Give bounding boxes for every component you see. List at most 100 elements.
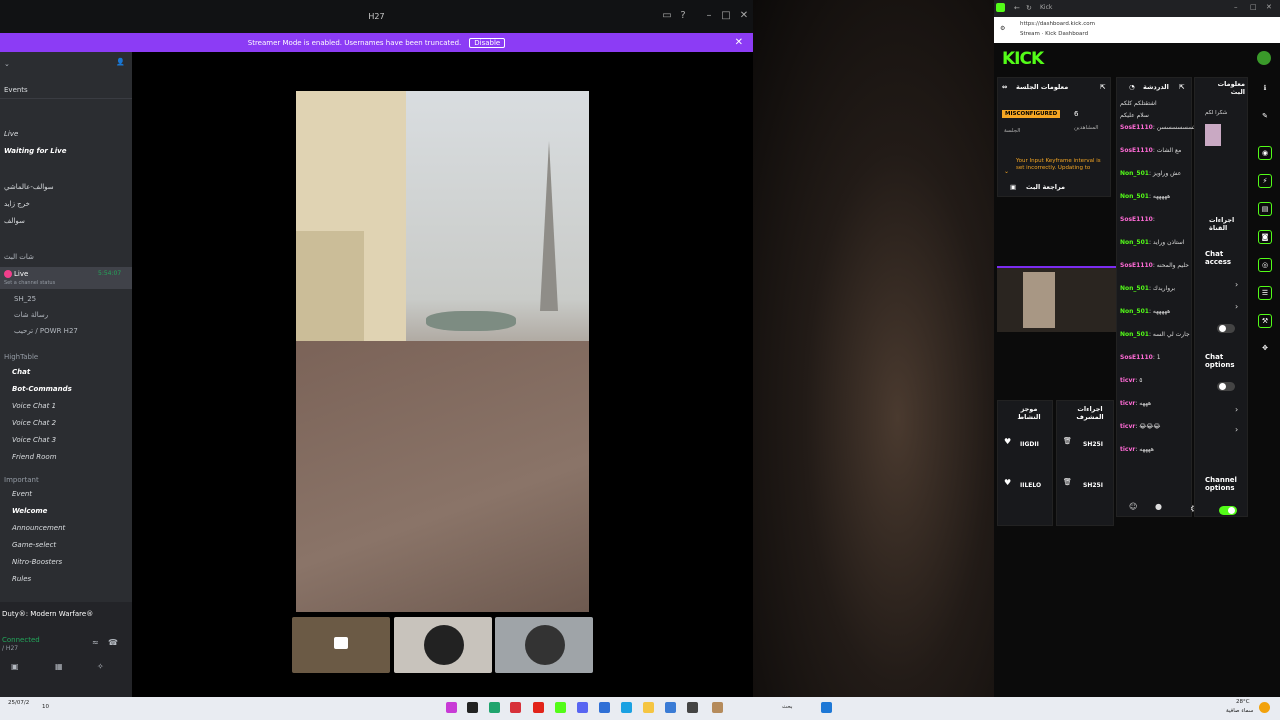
channel-event[interactable]: Event: [12, 490, 32, 498]
channel-bot-commands[interactable]: Bot-Commands: [12, 385, 72, 393]
activities-icon[interactable]: ▦: [55, 662, 63, 671]
chat-username[interactable]: SosE1110: [1120, 216, 1153, 223]
folder-icon[interactable]: [643, 702, 654, 713]
chat-username[interactable]: Non_501: [1120, 239, 1149, 246]
taskbar-search[interactable]: بحث: [782, 704, 792, 710]
channel-nitro-boosters[interactable]: Nitro-Boosters: [12, 558, 62, 566]
voice-user-1[interactable]: SH_25: [14, 295, 36, 303]
wrench-icon[interactable]: ⚒: [1258, 314, 1272, 328]
minimize-icon[interactable]: –: [702, 10, 716, 21]
invite-icon[interactable]: 👤: [116, 58, 125, 66]
noise-suppression-icon[interactable]: ≈: [92, 638, 99, 647]
close-icon[interactable]: ✕: [737, 10, 751, 21]
app-icon[interactable]: [489, 702, 500, 713]
channel-arabic-3[interactable]: سوالف: [4, 217, 25, 225]
chat-username[interactable]: ticvr: [1120, 446, 1135, 453]
channel-arabic-2[interactable]: خرج زايد: [4, 200, 30, 208]
app-icon[interactable]: [510, 702, 521, 713]
channel-voice-chat-1[interactable]: Voice Chat 1: [12, 402, 56, 410]
chat-username[interactable]: ticvr: [1120, 400, 1135, 407]
url-text[interactable]: https://dashboard.kick.com: [1020, 21, 1095, 27]
follower-name[interactable]: IILELO: [1020, 482, 1041, 489]
chat-username[interactable]: Non_501: [1120, 285, 1149, 292]
app-icon[interactable]: [467, 702, 478, 713]
chat-username[interactable]: Non_501: [1120, 331, 1149, 338]
channel-arabic-1[interactable]: سوالف-عالماشي: [4, 183, 54, 191]
list-icon[interactable]: ☰: [1258, 286, 1272, 300]
channel-voice-chat-2[interactable]: Voice Chat 2: [12, 419, 56, 427]
slow-mode-toggle[interactable]: [1217, 324, 1235, 333]
participant-tile-3[interactable]: [495, 617, 593, 673]
screen-share-icon[interactable]: ▣: [11, 662, 19, 671]
chat-username[interactable]: SosE1110: [1120, 124, 1153, 131]
participant-tile-2[interactable]: [394, 617, 492, 673]
followers-mode-toggle[interactable]: [1217, 382, 1235, 391]
avatar[interactable]: [1257, 51, 1271, 65]
channel-live[interactable]: Live: [4, 130, 18, 138]
channel-welcome[interactable]: Welcome: [12, 507, 47, 515]
events-label[interactable]: Events: [4, 86, 28, 94]
disable-button[interactable]: Disable: [469, 37, 506, 48]
close-icon[interactable]: ✕: [1266, 3, 1272, 11]
emote-icon[interactable]: ☺: [1129, 502, 1137, 511]
chat-bubble-icon[interactable]: ◙: [1258, 230, 1272, 244]
windows-start-icon[interactable]: [821, 702, 832, 713]
site-info-icon[interactable]: ⚙: [1000, 25, 1005, 32]
live-channel-row[interactable]: Live 5:54:07 Set a channel status: [0, 267, 132, 289]
taskbar-time[interactable]: 10: [42, 704, 49, 710]
trash-icon[interactable]: 🗑: [1063, 437, 1072, 445]
chat-username[interactable]: SosE1110: [1120, 147, 1153, 154]
back-icon[interactable]: ←: [1014, 4, 1020, 12]
app-icon[interactable]: [665, 702, 676, 713]
edge-icon[interactable]: [621, 702, 632, 713]
lightning-icon[interactable]: ⚡: [1258, 174, 1272, 188]
document-icon[interactable]: ▤: [1258, 202, 1272, 216]
app-icon[interactable]: [687, 702, 698, 713]
kick-icon[interactable]: [555, 702, 566, 713]
broadcast-icon[interactable]: ◎: [1258, 258, 1272, 272]
chat-username[interactable]: SosE1110: [1120, 354, 1153, 361]
refresh-icon[interactable]: ↻: [1026, 4, 1032, 12]
soundboard-icon[interactable]: ✧: [97, 662, 104, 671]
channel-arabic-4[interactable]: شات البث: [4, 253, 34, 261]
info-icon[interactable]: ℹ: [1258, 82, 1272, 96]
chat-username[interactable]: Non_501: [1120, 170, 1149, 177]
chat-username[interactable]: ticvr: [1120, 377, 1135, 384]
weather-icon[interactable]: [1259, 702, 1270, 713]
edit-icon[interactable]: ✎: [1258, 110, 1272, 124]
chevron-right-icon[interactable]: ›: [1235, 302, 1238, 311]
camera-icon[interactable]: ◉: [1258, 146, 1272, 160]
minimize-icon[interactable]: –: [1234, 3, 1238, 11]
category-hightable[interactable]: HighTable: [4, 353, 38, 361]
chat-settings-icon[interactable]: ●: [1155, 502, 1162, 511]
channel-game-select[interactable]: Game-select: [12, 541, 56, 549]
banner-close-icon[interactable]: ✕: [735, 37, 743, 48]
app-icon[interactable]: [446, 702, 457, 713]
chevron-right-icon[interactable]: ›: [1235, 405, 1238, 414]
inbox-icon[interactable]: ▭: [660, 10, 674, 21]
weather-desc[interactable]: سماء صافية: [1226, 708, 1253, 714]
voice-user-3[interactable]: ترحيب / POWR H27: [14, 327, 78, 335]
chevron-right-icon[interactable]: ›: [1235, 425, 1238, 434]
channel-option-toggle[interactable]: [1219, 506, 1237, 515]
address-bar[interactable]: ⚙ https://dashboard.kick.com Stream · Ki…: [994, 17, 1280, 43]
stream-video[interactable]: [296, 91, 589, 612]
moderated-user[interactable]: SH25I: [1083, 441, 1103, 448]
expand-icon[interactable]: ⇔: [1002, 83, 1007, 91]
channel-waiting[interactable]: Waiting for Live: [4, 147, 66, 155]
participant-tile-1[interactable]: [292, 617, 390, 673]
channel-rules[interactable]: Rules: [12, 575, 31, 583]
weather-temp[interactable]: 28°C: [1236, 699, 1250, 705]
app-icon[interactable]: [599, 702, 610, 713]
popout-icon[interactable]: ⇱: [1100, 83, 1105, 91]
stream-preview[interactable]: [997, 266, 1121, 332]
category-important[interactable]: Important: [4, 476, 39, 484]
chevron-right-icon[interactable]: ›: [1235, 280, 1238, 289]
maximize-icon[interactable]: □: [1250, 3, 1257, 11]
kick-logo[interactable]: KICK: [1002, 49, 1044, 69]
channel-announcement[interactable]: Announcement: [12, 524, 65, 532]
chat-username[interactable]: Non_501: [1120, 193, 1149, 200]
taskbar-date[interactable]: 25/07/2: [8, 700, 29, 706]
app-icon[interactable]: [712, 702, 723, 713]
extensions-icon[interactable]: ✥: [1258, 342, 1272, 356]
